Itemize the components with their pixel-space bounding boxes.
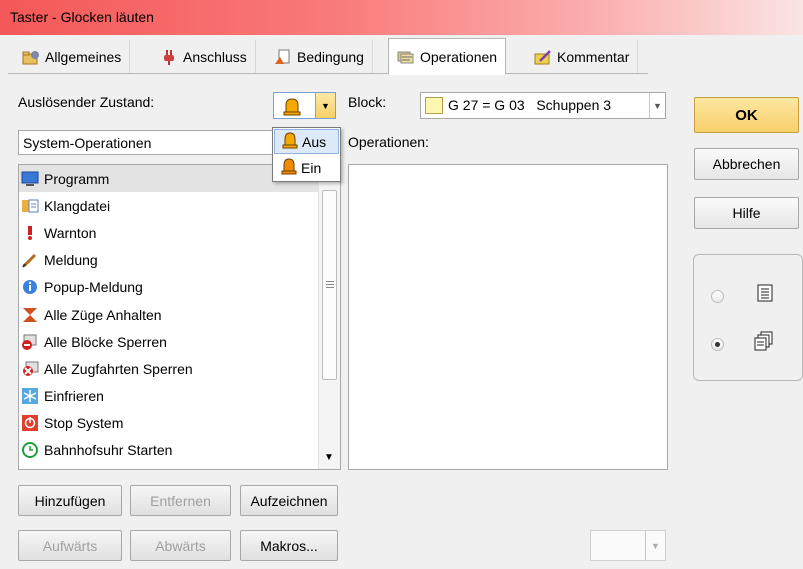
list-item[interactable]: Bahnhofsuhr Starten [19, 437, 340, 464]
scrollbar[interactable]: ▼ [318, 165, 340, 469]
list-item-label: Klangdatei [44, 197, 111, 214]
scrollbar-thumb[interactable] [322, 190, 337, 380]
tab-operationen[interactable]: Operationen [388, 38, 507, 75]
list-item-label: Alle Blöcke Sperren [44, 333, 167, 350]
macro-select[interactable]: ▼ [590, 530, 666, 561]
list-item[interactable]: Meldung [19, 247, 340, 274]
trigger-state-dropdown: Aus Ein [272, 127, 341, 182]
clock-icon [21, 442, 39, 459]
chevron-down-icon[interactable]: ▼ [315, 93, 335, 118]
remove-button[interactable]: Entfernen [130, 485, 231, 516]
list-item-label: Einfrieren [44, 388, 104, 405]
add-button[interactable]: Hinzufügen [18, 485, 122, 516]
lock-routes-icon [21, 361, 39, 377]
move-up-button[interactable]: Aufwärts [18, 530, 122, 561]
operations-icon [397, 49, 415, 65]
view-mode-group [693, 254, 803, 381]
list-item[interactable]: Alle Blöcke Sperren [19, 328, 340, 355]
warning-tone-icon [21, 225, 39, 241]
tab-bar: Allgemeines Anschluss Bedingung Operatio… [8, 36, 648, 75]
operations-list[interactable] [348, 164, 668, 470]
sound-file-icon [21, 198, 39, 214]
list-item[interactable]: Alle Züge Anhalten [19, 301, 340, 328]
chevron-down-icon[interactable]: ▼ [645, 531, 665, 560]
record-button[interactable]: Aufzeichnen [240, 485, 338, 516]
lock-blocks-icon [21, 334, 39, 350]
help-button[interactable]: Hilfe [694, 197, 799, 229]
list-item-label: Stop System [44, 415, 124, 432]
list-item[interactable]: Klangdatei [19, 192, 340, 219]
bell-icon [280, 157, 298, 178]
list-item-label: Meldung [44, 252, 98, 269]
move-down-button[interactable]: Abwärts [130, 530, 231, 561]
macros-button[interactable]: Makros... [240, 530, 338, 561]
copy-view-icon [754, 331, 774, 354]
folder-settings-icon [22, 49, 40, 65]
snowflake-icon [21, 388, 39, 405]
scroll-down-icon[interactable]: ▼ [324, 452, 334, 463]
title-bar: Taster - Glocken läuten [0, 0, 803, 35]
list-item[interactable]: Bahnhofsuhr Anhalten [19, 464, 340, 469]
power-icon [21, 415, 39, 432]
list-item-label: Bahnhofsuhr Starten [44, 442, 173, 459]
list-item-label: Warnton [44, 224, 97, 241]
plug-icon [160, 49, 178, 65]
stop-trains-icon [21, 307, 39, 323]
view-mode-radio-copy[interactable] [711, 338, 724, 351]
program-icon [21, 171, 39, 187]
block-color-swatch [425, 97, 443, 114]
category-value: System-Operationen [23, 135, 152, 151]
list-item[interactable]: Alle Zugfahrten Sperren [19, 355, 340, 382]
tab-kommentar[interactable]: Kommentar [526, 40, 639, 73]
view-mode-radio-list[interactable] [711, 290, 724, 303]
trigger-state-select[interactable]: ▼ [273, 92, 336, 119]
list-item[interactable]: Popup-Meldung [19, 274, 340, 301]
list-item-label: Alle Züge Anhalten [44, 306, 162, 323]
tab-anschluss[interactable]: Anschluss [152, 40, 256, 73]
tab-allgemeines[interactable]: Allgemeines [14, 40, 131, 73]
chevron-down-icon[interactable]: ▼ [649, 93, 665, 118]
list-item[interactable]: Warnton [19, 219, 340, 246]
list-view-icon [756, 283, 774, 306]
bell-icon [281, 131, 299, 152]
list-item-label: Alle Zugfahrten Sperren [44, 360, 193, 377]
dropdown-option-ein[interactable]: Ein [274, 155, 339, 180]
operations-label: Operationen: [348, 134, 429, 150]
ok-button[interactable]: OK [694, 97, 799, 133]
block-label: Block: [348, 94, 387, 110]
available-operations-list[interactable]: Programm Klangdatei Warnton Meldung Popup-Me… [18, 164, 341, 470]
dropdown-option-aus[interactable]: Aus [274, 129, 339, 154]
document-condition-icon [274, 49, 292, 65]
cancel-button[interactable]: Abbrechen [694, 148, 799, 180]
list-item[interactable]: Einfrieren [19, 383, 340, 410]
block-value: G 27 = G 03 Schuppen 3 [448, 97, 612, 113]
tab-bedingung[interactable]: Bedingung [266, 40, 373, 73]
message-pencil-icon [21, 252, 39, 268]
block-select[interactable]: G 27 = G 03 Schuppen 3 ▼ [420, 92, 666, 119]
window-title: Taster - Glocken läuten [10, 9, 154, 25]
list-item-label: Popup-Meldung [44, 279, 143, 296]
trigger-state-label: Auslösender Zustand: [18, 94, 155, 110]
bell-icon [282, 96, 302, 119]
info-icon [21, 279, 39, 295]
list-item-label: Programm [44, 170, 110, 187]
list-item[interactable]: Stop System [19, 410, 340, 437]
comment-pencil-icon [534, 49, 552, 65]
category-select[interactable]: System-Operationen [18, 130, 278, 155]
